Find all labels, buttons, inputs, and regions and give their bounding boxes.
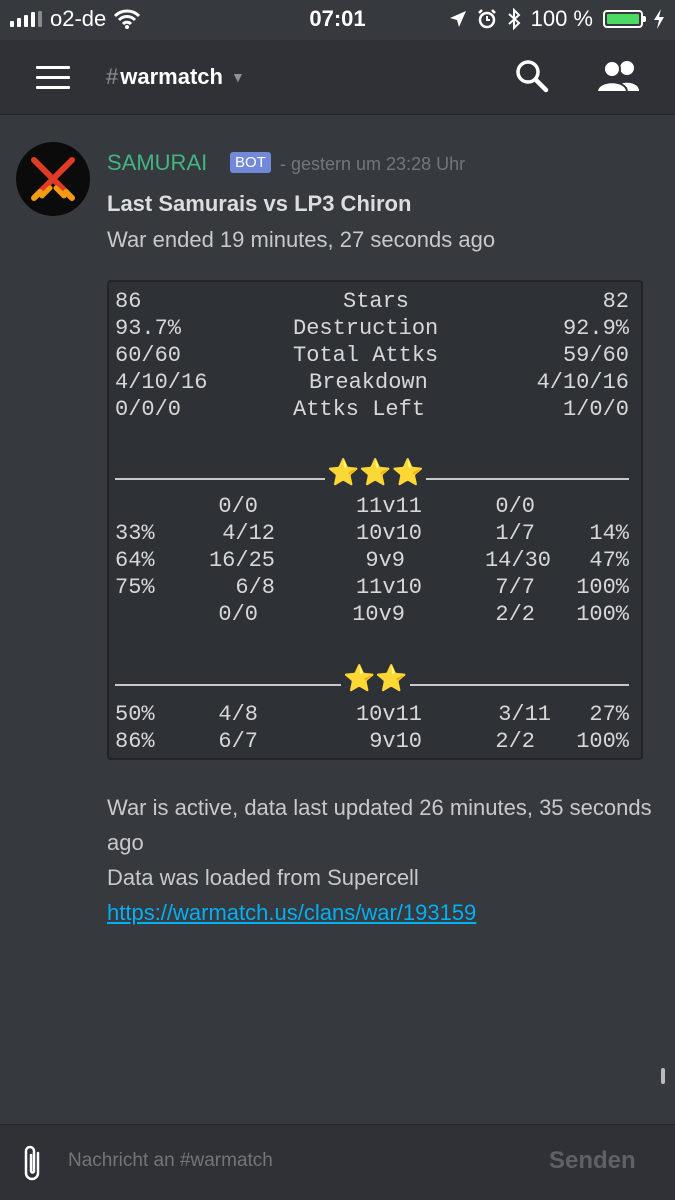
row-matchup: 10v9 <box>352 602 405 627</box>
summary-left: 60/60 <box>115 343 182 368</box>
row-right-ratio: 2/2 <box>495 729 535 754</box>
row-left-ratio: 16/25 <box>208 548 275 573</box>
summary-left: 86 <box>115 289 142 314</box>
row-right-ratio: 7/7 <box>495 575 535 600</box>
battery-icon <box>603 10 646 28</box>
row-left-ratio: 0/0 <box>218 494 258 519</box>
summary-label: Attks Left <box>293 397 426 422</box>
footer-source: Data was loaded from Supercell <box>107 865 419 890</box>
alarm-icon <box>477 9 496 29</box>
channel-header: # warmatch ▼ <box>0 40 675 115</box>
bot-badge: BOT <box>230 152 271 173</box>
row-left-percent: 75% <box>115 575 155 600</box>
row-right-ratio: 1/7 <box>495 521 535 546</box>
author-name[interactable]: SAMURAI <box>107 150 207 176</box>
row-left-percent: 33% <box>115 521 155 546</box>
message-subtitle: War ended 19 minutes, 27 seconds ago <box>107 227 496 252</box>
row-matchup: 10v10 <box>355 521 422 546</box>
row-matchup: 9v9 <box>365 548 405 573</box>
row-matchup: 10v11 <box>355 702 422 727</box>
message-input[interactable] <box>68 1150 508 1172</box>
three-star-icon: ⭐⭐⭐ <box>325 458 427 489</box>
status-right: 100 % <box>449 6 665 32</box>
channel-title[interactable]: # warmatch ▼ <box>106 64 245 90</box>
summary-right: 4/10/16 <box>536 370 629 395</box>
summary-left: 93.7% <box>115 316 182 341</box>
row-right-ratio: 3/11 <box>498 702 551 727</box>
row-matchup: 11v10 <box>355 575 422 600</box>
message-title: Last Samurais vs LP3 Chiron <box>107 191 412 216</box>
summary-right: 92.9% <box>562 316 629 341</box>
search-icon[interactable] <box>514 58 550 94</box>
row-left-ratio: 6/7 <box>218 729 258 754</box>
crossed-swords-icon <box>31 157 75 201</box>
row-right-percent: 100% <box>576 729 629 754</box>
scrollbar[interactable] <box>661 1068 665 1084</box>
location-icon <box>449 11 466 27</box>
attachment-icon[interactable] <box>20 1143 46 1183</box>
row-matchup: 9v10 <box>369 729 422 754</box>
row-left-ratio: 4/12 <box>222 521 275 546</box>
row-left-percent: 50% <box>115 702 155 727</box>
message-timestamp: - gestern um 23:28 Uhr <box>280 154 466 174</box>
row-left-percent: 64% <box>115 548 155 573</box>
message-footer: War is active, data last updated 26 minu… <box>107 790 652 930</box>
summary-label: Destruction <box>293 316 439 341</box>
row-left-percent: 86% <box>115 729 155 754</box>
summary-label: Breakdown <box>309 370 428 395</box>
avatar[interactable] <box>16 142 90 216</box>
row-right-ratio: 0/0 <box>495 494 535 519</box>
members-icon[interactable] <box>596 58 642 94</box>
bluetooth-icon <box>507 8 521 30</box>
row-right-ratio: 14/30 <box>484 548 551 573</box>
code-block: 86 Stars 82 93.7% Destruction 92.9% 60/6… <box>107 280 643 760</box>
chevron-down-icon: ▼ <box>230 69 245 85</box>
footer-status: War is active, data last updated 26 minu… <box>107 795 652 855</box>
summary-right: 82 <box>602 289 629 314</box>
summary-left: 0/0/0 <box>115 397 182 422</box>
channel-hash: # <box>106 64 119 89</box>
message-input-bar: Senden <box>0 1124 675 1200</box>
war-link[interactable]: https://warmatch.us/clans/war/193159 <box>107 895 652 930</box>
row-right-percent: 27% <box>589 702 629 727</box>
summary-right: 1/0/0 <box>562 397 629 422</box>
row-left-ratio: 4/8 <box>218 702 258 727</box>
summary-label: Stars <box>343 289 410 314</box>
send-button[interactable]: Senden <box>549 1147 636 1175</box>
row-right-percent: 47% <box>589 548 629 573</box>
row-left-ratio: 6/8 <box>235 575 275 600</box>
summary-right: 59/60 <box>562 343 629 368</box>
summary-left: 4/10/16 <box>115 370 208 395</box>
battery-percent: 100 % <box>530 6 593 31</box>
row-right-percent: 100% <box>576 575 629 600</box>
two-star-icon: ⭐⭐ <box>341 664 410 695</box>
row-matchup: 11v11 <box>355 494 422 519</box>
hamburger-menu-icon[interactable] <box>36 66 70 90</box>
row-left-ratio: 0/0 <box>218 602 258 627</box>
row-right-percent: 100% <box>576 602 629 627</box>
row-right-percent: 14% <box>589 521 629 546</box>
status-bar: o2-de 07:01 100 % <box>0 0 675 40</box>
summary-label: Total Attks <box>293 343 439 368</box>
charging-icon <box>654 9 664 29</box>
channel-name: warmatch <box>120 64 223 89</box>
row-right-ratio: 2/2 <box>495 602 535 627</box>
